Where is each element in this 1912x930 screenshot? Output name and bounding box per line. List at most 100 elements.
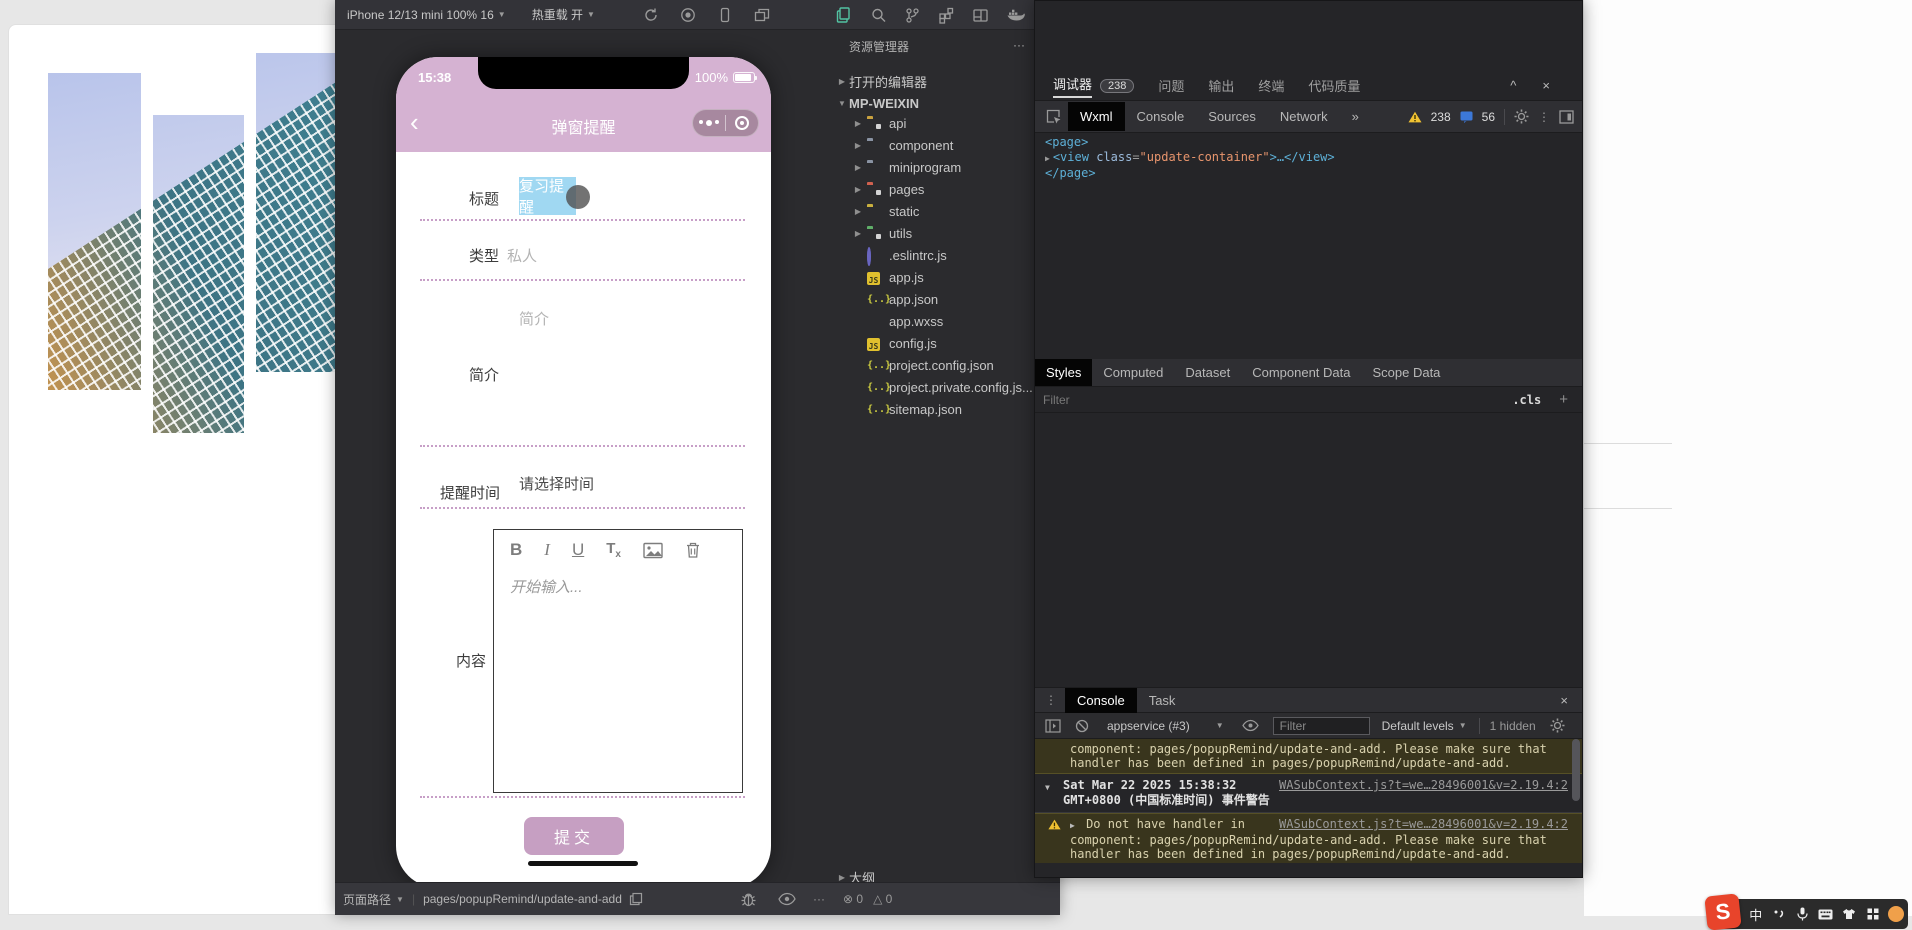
hot-reload-toggle[interactable]: 热重载 开 ▼ bbox=[532, 6, 595, 23]
cls-button[interactable]: .cls bbox=[1512, 393, 1541, 407]
expand-arrow-icon[interactable]: ▶ bbox=[1045, 154, 1050, 163]
tree-folder-pages[interactable]: ▶ pages bbox=[835, 178, 1035, 200]
type-input-placeholder[interactable]: 私人 bbox=[507, 245, 537, 266]
log-levels-selector[interactable]: Default levels bbox=[1382, 719, 1454, 733]
files-explorer-icon[interactable] bbox=[835, 6, 853, 24]
more-icon[interactable]: ··· bbox=[813, 892, 825, 906]
panel-tab-sources[interactable]: Sources bbox=[1196, 102, 1268, 131]
sogou-logo-icon[interactable]: S bbox=[1704, 893, 1741, 930]
tree-folder-miniprogram[interactable]: ▶ miniprogram bbox=[835, 156, 1035, 178]
skin-icon[interactable] bbox=[1838, 908, 1861, 920]
emoji-face-icon[interactable] bbox=[1885, 906, 1908, 922]
sidebar-toggle-icon[interactable] bbox=[1045, 719, 1061, 733]
tree-file-app-json[interactable]: app.json bbox=[835, 288, 1035, 310]
info-count[interactable]: 56 bbox=[1482, 110, 1495, 124]
phone-mode-icon[interactable] bbox=[717, 7, 733, 23]
context-selector[interactable]: appservice (#3) bbox=[1107, 719, 1190, 733]
tab-styles[interactable]: Styles bbox=[1035, 359, 1092, 386]
expand-arrow-icon[interactable]: ▼ bbox=[1045, 780, 1050, 795]
git-icon[interactable] bbox=[904, 7, 921, 24]
exit-target-icon[interactable] bbox=[726, 116, 758, 130]
capsule-menu[interactable] bbox=[692, 109, 759, 137]
source-link[interactable]: WASubContext.js?t=we…28496001&v=2.19.4:2 bbox=[1279, 778, 1568, 793]
tree-folder-static[interactable]: ▶ static bbox=[835, 200, 1035, 222]
device-selector[interactable]: iPhone 12/13 mini 100% 16 ▼ bbox=[347, 8, 506, 22]
console-message-list[interactable]: component: pages/popupRemind/update-and-… bbox=[1035, 739, 1582, 863]
expand-arrow-icon[interactable]: ▶ bbox=[1070, 821, 1075, 830]
tree-file-app-wxss[interactable]: app.wxss bbox=[835, 310, 1035, 332]
tree-file-project-config[interactable]: project.config.json bbox=[835, 354, 1035, 376]
more-dots-icon[interactable] bbox=[693, 120, 725, 126]
tab-terminal[interactable]: 终端 bbox=[1258, 76, 1284, 95]
tree-folder-utils[interactable]: ▶ utils bbox=[835, 222, 1035, 244]
eye-icon[interactable] bbox=[1242, 719, 1259, 732]
styles-filter-input[interactable] bbox=[1043, 393, 1512, 407]
panel-tab-console[interactable]: Console bbox=[1125, 102, 1197, 131]
submit-button[interactable]: 提交 bbox=[524, 817, 624, 855]
multi-window-icon[interactable] bbox=[754, 7, 770, 23]
bug-icon[interactable] bbox=[740, 891, 757, 908]
tab-problems[interactable]: 问题 bbox=[1158, 76, 1184, 95]
remind-time-picker[interactable]: 请选择时间 bbox=[519, 473, 594, 494]
selection-cursor-handle[interactable] bbox=[566, 185, 590, 209]
tree-folder-component[interactable]: ▶ component bbox=[835, 134, 1035, 156]
italic-icon[interactable]: I bbox=[544, 540, 550, 560]
tree-file-project-private-config[interactable]: project.private.config.js... bbox=[835, 376, 1035, 398]
clear-format-icon[interactable]: Tx bbox=[606, 540, 621, 560]
problem-counts[interactable]: ⊗ 0 △ 0 bbox=[843, 892, 892, 906]
explorer-more-icon[interactable]: ··· bbox=[1013, 38, 1025, 55]
trash-icon[interactable] bbox=[685, 541, 701, 559]
tab-scope-data[interactable]: Scope Data bbox=[1361, 359, 1451, 386]
panel-tab-network[interactable]: Network bbox=[1268, 102, 1340, 131]
page-path-value[interactable]: pages/popupRemind/update-and-add bbox=[423, 892, 622, 906]
tab-debugger[interactable]: 调试器 bbox=[1053, 74, 1092, 98]
wxml-line[interactable]: ▶<view class="update-container">…</view> bbox=[1045, 150, 1335, 166]
clear-console-icon[interactable] bbox=[1075, 719, 1089, 733]
close-icon[interactable]: × bbox=[1560, 693, 1568, 708]
wxml-source-view[interactable]: <page> ▶<view class="update-container">…… bbox=[1045, 135, 1335, 181]
microphone-icon[interactable] bbox=[1791, 907, 1814, 921]
console-log-message[interactable]: ▼ WASubContext.js?t=we…28496001&v=2.19.4… bbox=[1035, 774, 1582, 813]
bold-icon[interactable]: B bbox=[510, 540, 522, 560]
eye-icon[interactable] bbox=[778, 892, 796, 906]
scrollbar-thumb[interactable] bbox=[1572, 739, 1580, 801]
tab-output[interactable]: 输出 bbox=[1208, 76, 1234, 95]
search-icon[interactable] bbox=[870, 7, 887, 24]
tab-dataset[interactable]: Dataset bbox=[1174, 359, 1241, 386]
tab-code-quality[interactable]: 代码质量 bbox=[1308, 76, 1360, 95]
panel-tab-wxml[interactable]: Wxml bbox=[1068, 102, 1125, 131]
intro-textarea-placeholder[interactable]: 简介 bbox=[519, 308, 549, 329]
keyboard-icon[interactable] bbox=[1814, 909, 1837, 920]
extensions-icon[interactable] bbox=[938, 7, 955, 24]
task-tab[interactable]: Task bbox=[1137, 688, 1188, 713]
rich-text-editor[interactable]: B I U Tx 开始输入... bbox=[493, 529, 743, 793]
punctuation-icon[interactable] bbox=[1767, 908, 1790, 920]
ime-lang-toggle[interactable]: 中 bbox=[1744, 905, 1767, 924]
console-warning-message[interactable]: component: pages/popupRemind/update-and-… bbox=[1035, 739, 1582, 774]
record-icon[interactable] bbox=[680, 7, 696, 23]
console-filter-input[interactable] bbox=[1273, 717, 1370, 735]
tree-folder-api[interactable]: ▶ api bbox=[835, 112, 1035, 134]
gear-icon[interactable] bbox=[1514, 109, 1529, 124]
editor-placeholder[interactable]: 开始输入... bbox=[510, 576, 742, 597]
gear-icon[interactable] bbox=[1550, 718, 1565, 733]
tree-open-editors[interactable]: ▶ 打开的编辑器 bbox=[835, 70, 1035, 92]
tab-component-data[interactable]: Component Data bbox=[1241, 359, 1361, 386]
tree-file-eslintrc[interactable]: .eslintrc.js bbox=[835, 244, 1035, 266]
console-tab[interactable]: Console bbox=[1065, 688, 1137, 713]
page-path-label[interactable]: 页面路径 bbox=[343, 891, 391, 908]
tree-file-sitemap-json[interactable]: sitemap.json bbox=[835, 398, 1035, 420]
tree-root-mp-weixin[interactable]: ▼ MP-WEIXIN bbox=[835, 92, 1035, 114]
insert-image-icon[interactable] bbox=[643, 542, 663, 559]
dock-side-icon[interactable] bbox=[1559, 110, 1574, 124]
inspect-element-icon[interactable] bbox=[1045, 108, 1062, 125]
console-warning-message[interactable]: WASubContext.js?t=we…28496001&v=2.19.4:2… bbox=[1035, 813, 1582, 863]
refresh-icon[interactable] bbox=[643, 7, 659, 23]
add-style-icon[interactable]: + bbox=[1559, 391, 1568, 408]
underline-icon[interactable]: U bbox=[572, 540, 584, 560]
more-panels-icon[interactable]: » bbox=[1340, 102, 1371, 131]
kebab-menu-icon[interactable]: ⋮ bbox=[1045, 693, 1057, 707]
source-link[interactable]: WASubContext.js?t=we…28496001&v=2.19.4:2 bbox=[1279, 817, 1568, 831]
kebab-menu-icon[interactable]: ⋮ bbox=[1538, 110, 1550, 124]
warning-count[interactable]: 238 bbox=[1431, 110, 1451, 124]
